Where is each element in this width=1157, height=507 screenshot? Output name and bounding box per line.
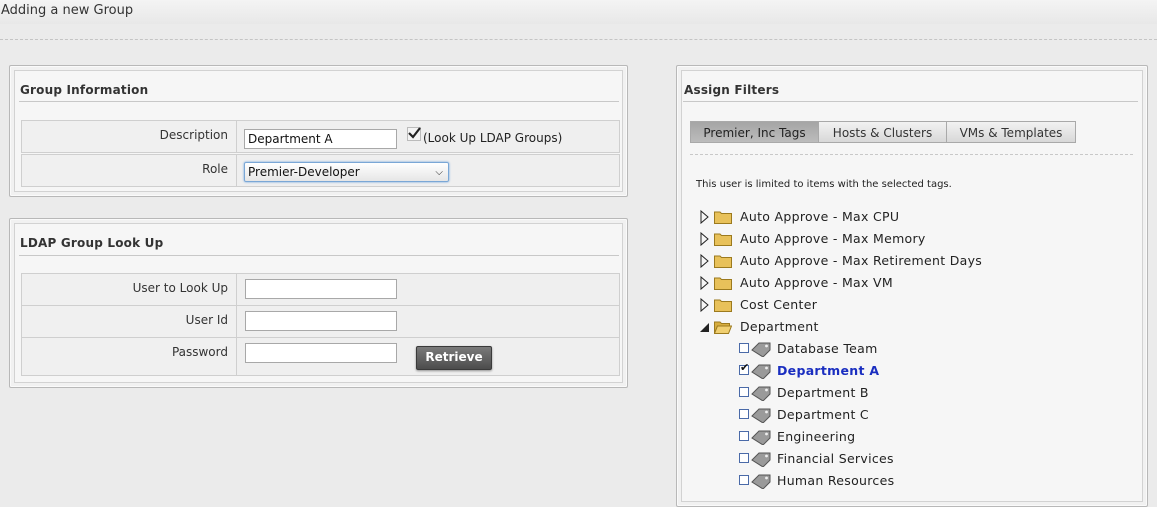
group-information-title: Group Information [20,83,149,97]
tree-item-label: Department [740,319,819,334]
tree-item-label: Cost Center [740,297,818,312]
userid-input[interactable] [245,311,397,331]
folder-icon [714,255,732,268]
tag-checkbox[interactable] [739,453,749,463]
user-lookup-label: User to Look Up [22,274,237,305]
checkmark-icon [408,127,421,139]
filter-notice: This user is limited to items with the s… [696,179,952,190]
header-bar: Adding a new Group [0,0,1157,24]
tag-checkbox[interactable]: ✔ [739,361,750,375]
description-label: Description [22,121,237,152]
chevron-down-icon: ⌵ [435,167,443,178]
description-input[interactable] [244,129,397,149]
tag-checkbox[interactable] [739,409,749,419]
tag-label: Database Team [777,341,878,356]
password-input[interactable] [245,343,397,363]
folder-icon [714,299,732,312]
tag-icon [751,474,771,489]
folder-icon [714,211,732,224]
tree-item-label: Auto Approve - Max CPU [740,209,900,224]
tag-label: Human Resources [777,473,895,488]
tab-premier-inc-tags[interactable]: Premier, Inc Tags [690,121,819,143]
lookup-ldap-checkbox[interactable] [407,127,421,141]
expand-triangle-icon[interactable] [700,251,710,271]
tree-item-label: Auto Approve - Max VM [740,275,893,290]
folder-icon [714,233,732,246]
role-select-value: Premier-Developer [248,165,360,179]
tree-item-label: Auto Approve - Max Memory [740,231,926,246]
expand-triangle-icon[interactable] [700,207,710,227]
page-title: Adding a new Group [1,3,134,18]
tag-icon [751,364,771,379]
password-label: Password [22,338,237,375]
tag-checkbox[interactable] [739,387,749,397]
group-information-rule [19,101,619,102]
expand-triangle-icon[interactable] [700,295,710,315]
assign-filters-title: Assign Filters [684,83,780,97]
tag-icon [751,408,771,423]
lookup-ldap-label: (Look Up LDAP Groups) [423,131,563,145]
tab-vms-templates[interactable]: VMs & Templates [946,121,1076,143]
tag-icon [751,386,771,401]
divider [0,39,1157,40]
expand-triangle-icon[interactable] [700,229,710,249]
tag-checkbox[interactable] [739,343,749,353]
assign-filters-rule [683,101,1138,102]
role-select[interactable]: Premier-Developer ⌵ [244,162,449,182]
open-folder-icon [714,321,732,334]
tag-checkbox[interactable] [739,431,749,441]
tag-icon [751,430,771,445]
tab-hosts-clusters[interactable]: Hosts & Clusters [818,121,947,143]
tag-label: Department C [777,407,869,422]
expand-triangle-icon[interactable] [700,273,710,293]
retrieve-button[interactable]: Retrieve [416,346,492,370]
folder-icon [714,277,732,290]
role-label: Role [22,155,237,186]
tag-icon [751,342,771,357]
checkmark-icon: ✔ [740,361,750,374]
ldap-lookup-title: LDAP Group Look Up [20,236,164,250]
tag-label: Financial Services [777,451,894,466]
tag-label: Department B [777,385,869,400]
tree-item-label: Auto Approve - Max Retirement Days [740,253,983,268]
user-lookup-input[interactable] [245,279,397,299]
tab-divider [690,154,1133,155]
tag-icon [751,452,771,467]
tag-checkbox[interactable] [739,475,749,485]
ldap-lookup-rule [19,255,619,256]
userid-label: User Id [22,306,237,337]
tag-label: Engineering [777,429,856,444]
collapse-triangle-icon[interactable] [700,317,710,337]
tag-label: Department A [777,363,880,378]
